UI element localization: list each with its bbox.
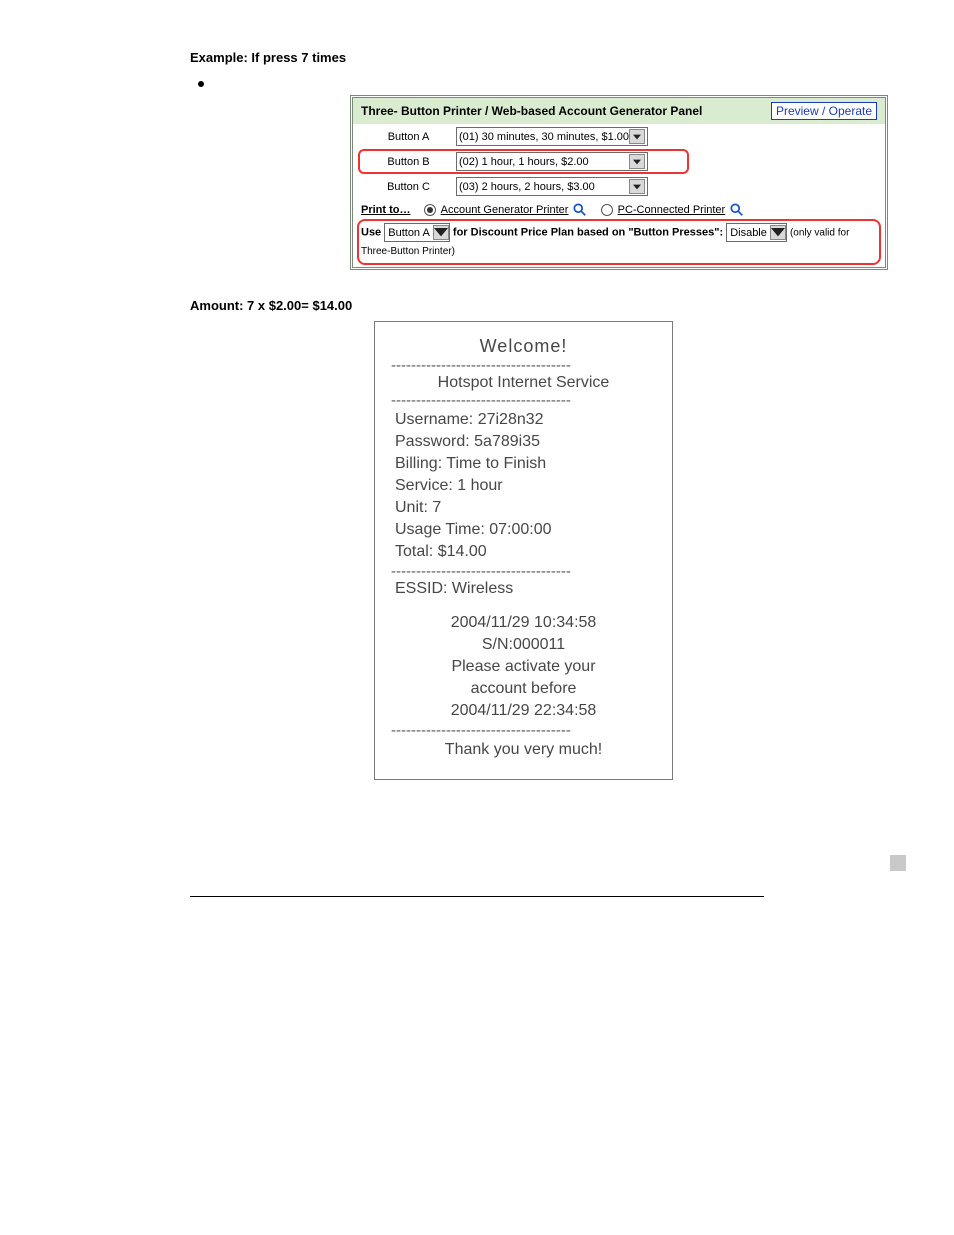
select-button-b[interactable]: (02) 1 hour, 1 hours, $2.00 [456, 152, 648, 171]
bullet-row [190, 77, 910, 95]
heading-example: Example: If press 7 times [190, 50, 910, 65]
receipt-usage: Usage Time: 07:00:00 [395, 519, 656, 541]
chevron-down-icon [433, 225, 449, 240]
receipt-divider: ------------------------------------ [391, 392, 656, 409]
receipt-password: Password: 5a789i35 [395, 431, 656, 453]
label-button-a: Button A [361, 131, 456, 143]
receipt-unit: Unit: 7 [395, 497, 656, 519]
receipt-divider: ------------------------------------ [391, 357, 656, 374]
discount-mid: for Discount Price Plan based on "Button… [453, 226, 723, 238]
chevron-down-icon [629, 129, 645, 144]
radio-pc-printer[interactable] [601, 204, 613, 216]
receipt-act2: account before [391, 678, 656, 700]
select-discount-disable[interactable]: Disable [726, 223, 787, 242]
receipt-act3: 2004/11/29 22:34:58 [391, 700, 656, 722]
panel-header: Three- Button Printer / Web-based Accoun… [353, 98, 885, 124]
preview-operate-button[interactable]: Preview / Operate [771, 102, 877, 120]
bullet-icon [198, 81, 204, 87]
chevron-down-icon [770, 225, 786, 240]
radio-account-printer[interactable] [424, 204, 436, 216]
chevron-down-icon [629, 154, 645, 169]
generator-panel: Three- Button Printer / Web-based Accoun… [350, 95, 888, 270]
receipt-total: Total: $14.00 [395, 541, 656, 563]
receipt-svc: Service: 1 hour [395, 475, 656, 497]
receipt: Welcome! -------------------------------… [374, 321, 673, 780]
receipt-divider: ------------------------------------ [391, 722, 656, 739]
receipt-service-title: Hotspot Internet Service [391, 374, 656, 392]
page-number-box [890, 855, 906, 871]
select-discount-button[interactable]: Button A [384, 223, 450, 242]
receipt-sn: S/N:000011 [391, 634, 656, 656]
select-discount-button-value: Button A [385, 224, 433, 242]
label-button-b: Button B [361, 156, 456, 168]
receipt-thanks: Thank you very much! [391, 741, 656, 759]
receipt-ts: 2004/11/29 10:34:58 [391, 612, 656, 634]
chevron-down-icon [629, 179, 645, 194]
row-button-b: Button B (02) 1 hour, 1 hours, $2.00 [353, 149, 885, 174]
opt-pc-printer[interactable]: PC-Connected Printer [618, 204, 726, 216]
select-button-c-value: (03) 2 hours, 2 hours, $3.00 [459, 181, 595, 193]
receipt-username: Username: 27i28n32 [395, 409, 656, 431]
magnifier-icon[interactable] [573, 203, 587, 217]
row-button-a: Button A (01) 30 minutes, 30 minutes, $1… [353, 124, 885, 149]
magnifier-icon[interactable] [730, 203, 744, 217]
select-discount-disable-value: Disable [727, 224, 770, 242]
amount-line: Amount: 7 x $2.00= $14.00 [190, 298, 910, 313]
receipt-billing: Billing: Time to Finish [395, 453, 656, 475]
receipt-divider: ------------------------------------ [391, 563, 656, 580]
opt-account-printer[interactable]: Account Generator Printer [441, 204, 569, 216]
discount-use: Use [361, 226, 381, 238]
panel-title: Three- Button Printer / Web-based Accoun… [361, 104, 702, 118]
select-button-a-value: (01) 30 minutes, 30 minutes, $1.00 [459, 131, 629, 143]
receipt-act1: Please activate your [391, 656, 656, 678]
receipt-body: Username: 27i28n32 Password: 5a789i35 Bi… [391, 409, 656, 563]
select-button-a[interactable]: (01) 30 minutes, 30 minutes, $1.00 [456, 127, 648, 146]
print-to-label: Print to… [361, 204, 411, 216]
receipt-essid: ESSID: Wireless [391, 580, 656, 598]
select-button-c[interactable]: (03) 2 hours, 2 hours, $3.00 [456, 177, 648, 196]
label-button-c: Button C [361, 181, 456, 193]
receipt-welcome: Welcome! [391, 336, 656, 357]
discount-row: Use Button A for Discount Price Plan bas… [353, 219, 885, 267]
select-button-b-value: (02) 1 hour, 1 hours, $2.00 [459, 156, 589, 168]
print-to-row: Print to… Account Generator Printer PC-C… [353, 199, 885, 219]
footer-rule [190, 896, 764, 897]
row-button-c: Button C (03) 2 hours, 2 hours, $3.00 [353, 174, 885, 199]
receipt-stamp: 2004/11/29 10:34:58 S/N:000011 Please ac… [391, 612, 656, 722]
